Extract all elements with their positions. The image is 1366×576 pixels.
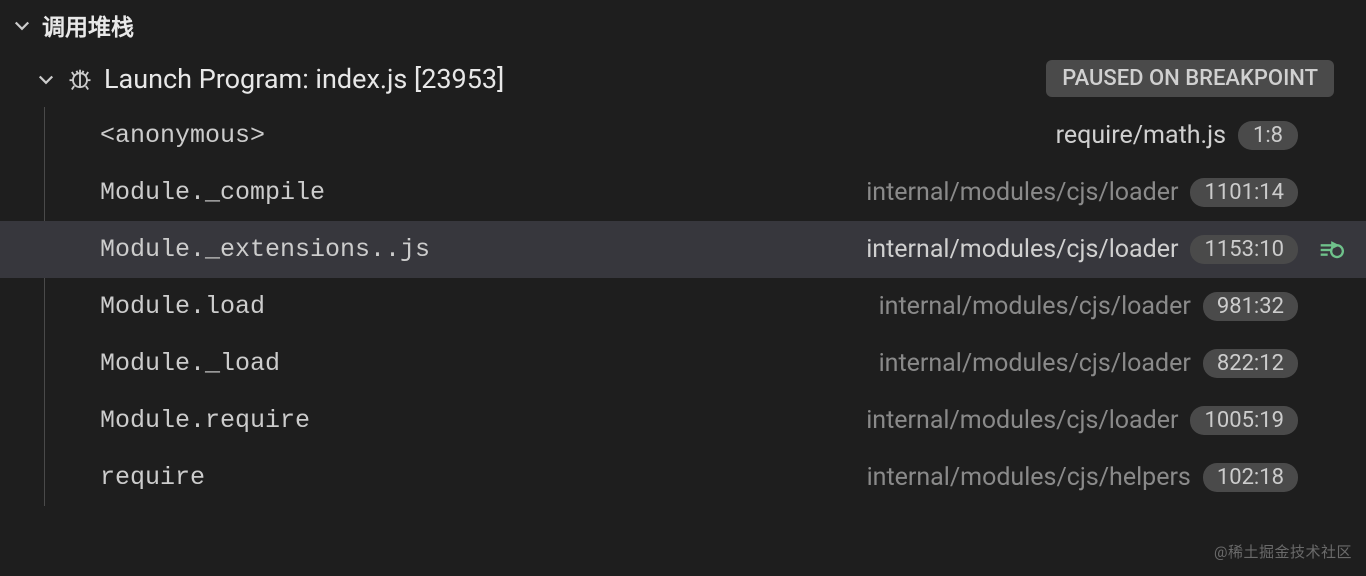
callstack-section-header[interactable]: 调用堆栈 bbox=[0, 0, 1366, 50]
stack-frame[interactable]: Module._load internal/modules/cjs/loader 8… bbox=[0, 335, 1366, 392]
frame-name: Module._load bbox=[100, 349, 280, 378]
section-title: 调用堆栈 bbox=[42, 8, 134, 42]
frame-location-badge: 1:8 bbox=[1238, 121, 1298, 150]
stack-frame[interactable]: require internal/modules/cjs/helpers 102:1… bbox=[0, 449, 1366, 506]
stack-frame[interactable]: Module._compile internal/modules/cjs/load… bbox=[0, 164, 1366, 221]
frame-name: <anonymous> bbox=[100, 121, 265, 150]
chevron-down-icon bbox=[12, 15, 32, 35]
stack-frame[interactable]: Module.load internal/modules/cjs/loader 98… bbox=[0, 278, 1366, 335]
thread-header[interactable]: Launch Program: index.js [23953] PAUSED … bbox=[0, 50, 1366, 107]
frame-location-badge: 1005:19 bbox=[1190, 406, 1298, 435]
thread-title: Launch Program: index.js [23953] bbox=[104, 63, 1036, 95]
frame-location-badge: 822:12 bbox=[1203, 349, 1298, 378]
frame-location-badge: 981:32 bbox=[1203, 292, 1298, 321]
frame-source: internal/modules/cjs/helpers bbox=[867, 463, 1191, 492]
frame-location-badge: 102:18 bbox=[1203, 463, 1298, 492]
frame-source: internal/modules/cjs/loader bbox=[866, 178, 1178, 207]
callstack-frames: <anonymous> require/math.js 1:8 Module._com… bbox=[0, 107, 1366, 506]
frame-name: require bbox=[100, 463, 205, 492]
frame-name: Module._extensions..js bbox=[100, 235, 430, 264]
frame-location-badge: 1153:10 bbox=[1190, 235, 1298, 264]
stack-frame[interactable]: <anonymous> require/math.js 1:8 bbox=[0, 107, 1366, 164]
frame-source: internal/modules/cjs/loader bbox=[879, 349, 1191, 378]
watermark: @稀土掘金技术社区 bbox=[1214, 541, 1352, 562]
frame-source: internal/modules/cjs/loader bbox=[866, 406, 1178, 435]
stack-frame[interactable]: Module._extensions..js internal/modules/c… bbox=[0, 221, 1366, 278]
bug-icon bbox=[66, 65, 94, 93]
frame-source: internal/modules/cjs/loader bbox=[866, 235, 1178, 264]
frame-name: Module._compile bbox=[100, 178, 325, 207]
stack-frame[interactable]: Module.require internal/modules/cjs/loade… bbox=[0, 392, 1366, 449]
chevron-down-icon bbox=[36, 69, 56, 89]
frame-location-badge: 1101:14 bbox=[1190, 178, 1298, 207]
restart-frame-icon[interactable] bbox=[1314, 236, 1346, 264]
pause-status-badge: PAUSED ON BREAKPOINT bbox=[1046, 60, 1334, 97]
frame-source: require/math.js bbox=[1056, 121, 1226, 150]
frame-name: Module.load bbox=[100, 292, 265, 321]
frame-name: Module.require bbox=[100, 406, 310, 435]
frame-source: internal/modules/cjs/loader bbox=[879, 292, 1191, 321]
